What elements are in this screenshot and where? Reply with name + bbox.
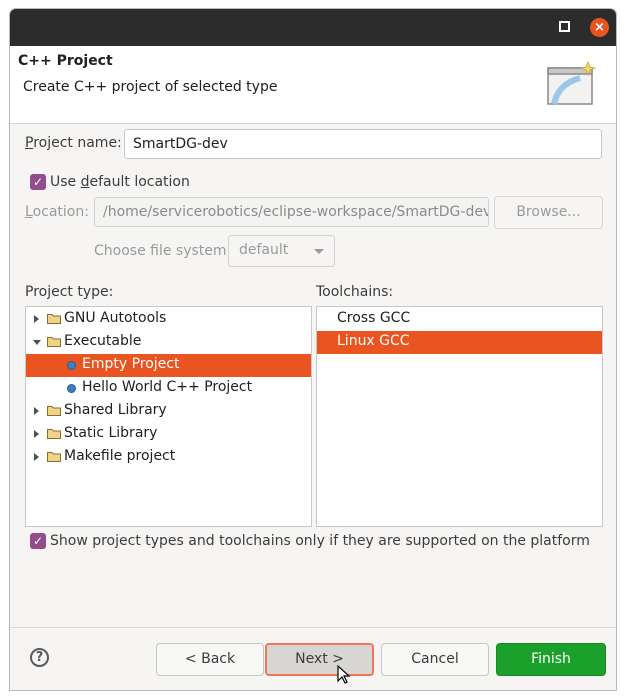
wizard-title: C++ Project	[18, 53, 113, 69]
new-cpp-project-dialog: × C++ Project Create C++ project of sele…	[9, 8, 617, 691]
toolchains-label: Toolchains:	[316, 284, 394, 300]
expand-arrow-icon[interactable]	[34, 407, 39, 415]
expand-arrow-icon[interactable]	[34, 430, 39, 438]
folder-open-icon	[47, 337, 61, 347]
show-supported-checkbox[interactable]: ✓	[30, 533, 46, 549]
toolchain-item-linux-gcc[interactable]: Linux GCC	[317, 331, 602, 354]
folder-icon	[47, 429, 61, 439]
use-default-label-post: efault location	[89, 174, 190, 190]
tree-item-hello-world[interactable]: Hello World C++ Project	[26, 377, 311, 400]
tree-item-empty-project[interactable]: Empty Project	[26, 354, 311, 377]
use-default-location-label: Use default location	[50, 174, 190, 190]
close-icon[interactable]: ×	[590, 18, 609, 37]
project-icon	[67, 361, 76, 370]
use-default-mnemonic: d	[80, 174, 90, 190]
wizard-banner-icon	[547, 60, 597, 105]
toolchain-item-cross-gcc[interactable]: Cross GCC	[317, 308, 602, 331]
help-icon[interactable]: ?	[30, 648, 49, 667]
collapse-arrow-icon[interactable]	[33, 340, 41, 345]
toolchain-item-label: Linux GCC	[337, 333, 410, 349]
tree-item-makefile-project[interactable]: Makefile project	[26, 446, 311, 469]
tree-item-executable[interactable]: Executable	[26, 331, 311, 354]
project-type-tree: GNU Autotools Executable Empty Project H…	[25, 306, 312, 527]
wizard-header: C++ Project Create C++ project of select…	[10, 46, 616, 124]
file-system-select[interactable]: default	[228, 235, 335, 267]
tree-item-shared-library[interactable]: Shared Library	[26, 400, 311, 423]
expand-arrow-icon[interactable]	[34, 315, 39, 323]
mouse-cursor-icon	[337, 665, 351, 684]
project-type-label: Project type:	[25, 284, 114, 300]
project-name-mnemonic: P	[25, 135, 34, 151]
wizard-description: Create C++ project of selected type	[23, 79, 278, 95]
folder-icon	[47, 314, 61, 324]
footer-separator	[10, 627, 616, 628]
location-label: Location:	[25, 204, 89, 220]
file-system-label: Choose file system:	[94, 243, 232, 259]
location-mnemonic: L	[25, 204, 33, 220]
title-bar: ×	[10, 9, 616, 46]
back-button[interactable]: < Back	[156, 643, 264, 676]
tree-item-gnu-autotools[interactable]: GNU Autotools	[26, 308, 311, 331]
tree-item-label: Shared Library	[64, 402, 167, 418]
toolchain-item-label: Cross GCC	[337, 310, 411, 326]
project-icon	[67, 384, 76, 393]
project-name-label: Project name:	[25, 135, 122, 151]
project-name-input[interactable]: SmartDG-dev	[124, 129, 602, 159]
finish-button[interactable]: Finish	[496, 643, 606, 676]
tree-item-label: GNU Autotools	[64, 310, 167, 326]
toolchains-list: Cross GCC Linux GCC	[316, 306, 603, 527]
tree-item-label: Makefile project	[64, 448, 176, 464]
maximize-icon[interactable]	[559, 21, 570, 32]
show-supported-label: Show project types and toolchains only i…	[50, 533, 590, 549]
location-input[interactable]: /home/servicerobotics/eclipse-workspace/…	[94, 197, 489, 227]
browse-button[interactable]: Browse...	[494, 196, 603, 229]
tree-item-label: Executable	[64, 333, 142, 349]
tree-item-label: Empty Project	[82, 356, 180, 372]
location-label-text: ocation:	[32, 204, 89, 220]
next-button[interactable]: Next >	[265, 643, 374, 676]
expand-arrow-icon[interactable]	[34, 453, 39, 461]
chevron-down-icon	[314, 249, 324, 254]
file-system-value: default	[239, 242, 289, 258]
tree-item-label: Static Library	[64, 425, 158, 441]
project-name-label-text: roject name:	[33, 135, 122, 151]
tree-item-static-library[interactable]: Static Library	[26, 423, 311, 446]
use-default-label-pre: Use	[50, 174, 81, 190]
folder-icon	[47, 452, 61, 462]
use-default-location-checkbox[interactable]: ✓	[30, 174, 46, 190]
folder-icon	[47, 406, 61, 416]
cancel-button[interactable]: Cancel	[381, 643, 489, 676]
tree-item-label: Hello World C++ Project	[82, 379, 253, 395]
